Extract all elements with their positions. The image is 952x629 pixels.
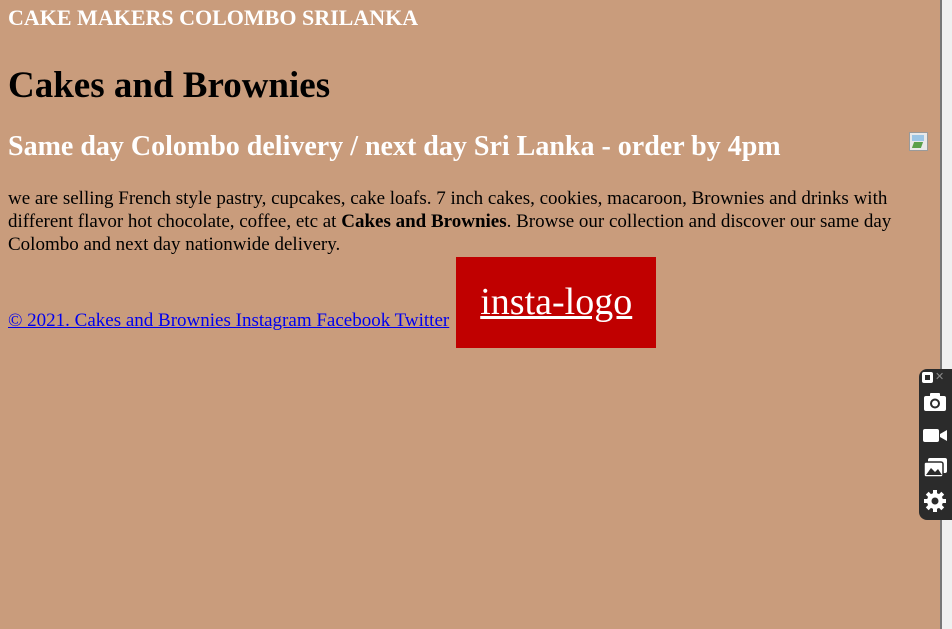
footer-links[interactable]: © 2021. Cakes and Brownies Instagram Fac… [8, 310, 449, 332]
page: CAKE MAKERS COLOMBO SRILANKA Cakes and B… [0, 0, 940, 629]
gear-icon[interactable] [922, 488, 948, 514]
vertical-scrollbar[interactable] [940, 0, 952, 629]
gallery-icon[interactable] [922, 455, 948, 481]
video-icon[interactable] [922, 422, 948, 448]
footer: © 2021. Cakes and Brownies Instagram Fac… [8, 256, 932, 366]
pin-icon[interactable] [922, 372, 933, 383]
insta-logo-alt-text: insta-logo [480, 281, 633, 323]
broken-image-icon [909, 132, 928, 151]
delivery-banner: Same day Colombo delivery / next day Sri… [8, 131, 781, 162]
page-title: Cakes and Brownies [8, 65, 331, 106]
description: we are selling French style pastry, cupc… [8, 187, 918, 256]
insta-logo-link[interactable]: insta-logo [456, 256, 657, 348]
brand-name: CAKE MAKERS COLOMBO SRILANKA [8, 5, 419, 30]
description-bold: Cakes and Brownies [341, 211, 507, 232]
scrollbar-edge [940, 0, 942, 629]
camera-icon[interactable] [922, 389, 948, 415]
close-icon[interactable]: ✕ [935, 371, 947, 383]
capture-toolbar: ✕ [919, 369, 952, 520]
